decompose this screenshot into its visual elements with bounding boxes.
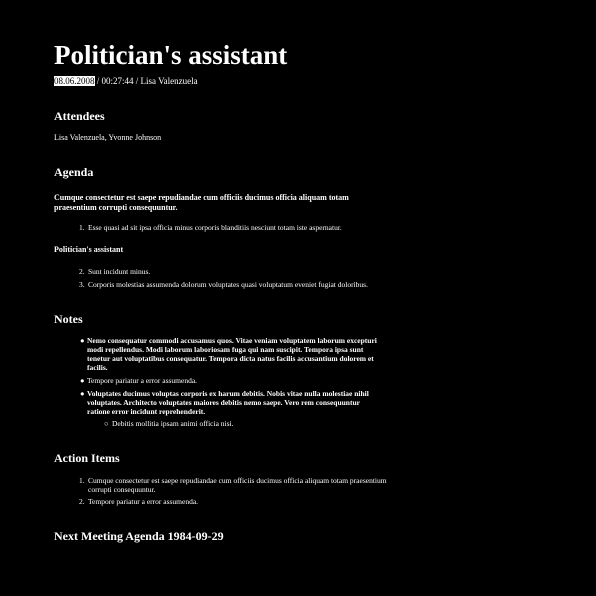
note-subitem-text: Debitis mollitia ipsam animi officia nis… [112, 419, 234, 428]
bullet-icon: ● [80, 389, 85, 398]
action-item-text: Tempore pariatur a error assumenda. [88, 497, 199, 506]
action-item-number: 2. [79, 497, 85, 506]
next-meeting-heading: Next Meeting Agenda 1984-09-29 [54, 529, 224, 543]
agenda-item-text: Esse quasi ad sit ipsa officia minus cor… [88, 223, 342, 232]
bullet-icon: ● [80, 376, 85, 385]
agenda-heading: Agenda [54, 165, 94, 179]
agenda-item-number: 3. [79, 280, 85, 289]
agenda-subheading: Politician's assistant [54, 245, 124, 254]
action-item-number: 1. [79, 476, 85, 485]
agenda-item-text: Corporis molestias assumenda dolorum vol… [88, 280, 368, 289]
meeting-date[interactable]: 08.06.2008 [54, 76, 95, 86]
agenda-item-number: 2. [79, 267, 85, 276]
bullet-icon: ● [80, 336, 85, 345]
agenda-intro: Cumque consectetur est saepe repudiandae… [54, 193, 349, 212]
meta-separator: / [133, 76, 141, 86]
action-item-text: Cumque consectetur est saepe repudiandae… [88, 476, 387, 494]
page-title: Politician's assistant [54, 40, 288, 70]
agenda-item-number: 1. [79, 223, 85, 232]
agenda-item-text: Sunt incidunt minus. [88, 267, 151, 276]
note-text: Nemo consequatur commodi accusamus quos.… [87, 336, 377, 372]
meta-separator: / [94, 76, 102, 86]
note-text: Voluptates ducimus voluptas corporis ex … [87, 389, 369, 416]
attendees-list: Lisa Valenzuela, Yvonne Johnson [54, 133, 162, 142]
action-items-heading: Action Items [54, 451, 120, 465]
notes-heading: Notes [54, 312, 83, 326]
meeting-author: Lisa Valenzuela [140, 76, 198, 86]
meeting-time: 00:27:44 [101, 76, 134, 86]
attendees-heading: Attendees [54, 109, 105, 123]
meeting-meta: 08.06.2008 / 00:27:44 / Lisa Valenzuela [54, 76, 198, 87]
note-text: Tempore pariatur a error assumenda. [87, 376, 198, 385]
hollow-bullet-icon: ○ [104, 419, 109, 428]
